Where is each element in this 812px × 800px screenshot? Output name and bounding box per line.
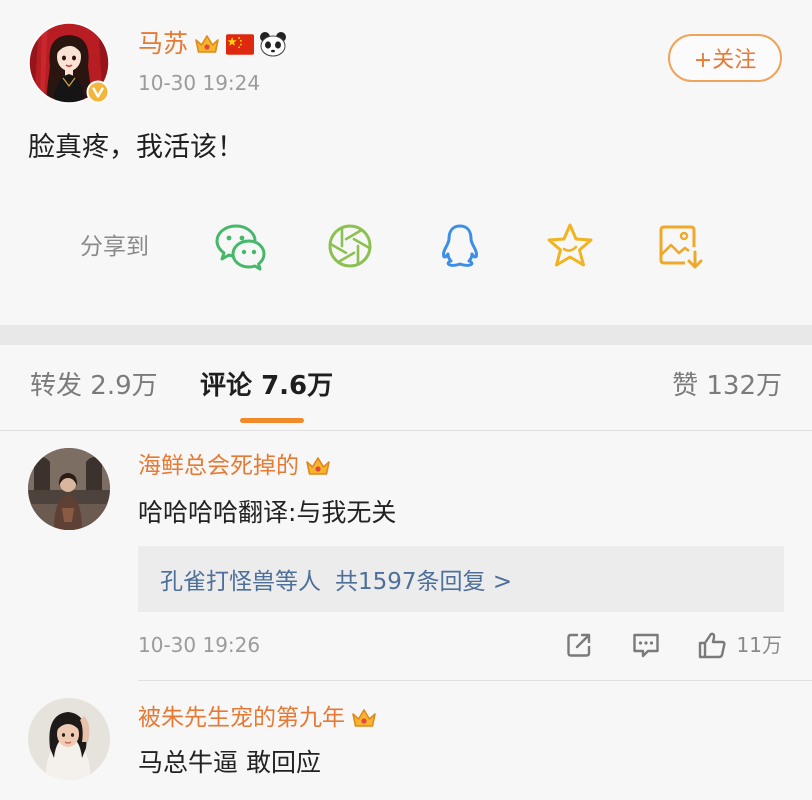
comment-icon[interactable] bbox=[631, 630, 661, 660]
section-separator bbox=[0, 325, 812, 345]
tab-comments-label: 评论 bbox=[200, 371, 253, 401]
tab-repost[interactable]: 转发 2.9万 bbox=[30, 368, 158, 404]
tab-repost-label: 转发 bbox=[30, 371, 83, 401]
china-flag-icon[interactable] bbox=[226, 33, 255, 55]
qq-icon[interactable] bbox=[434, 220, 486, 272]
replies-summary[interactable]: 孔雀打怪兽等人 共1597条回复 > bbox=[138, 546, 784, 612]
tab-comments[interactable]: 评论 7.6万 bbox=[200, 368, 333, 404]
comment-divider bbox=[138, 680, 812, 681]
tab-repost-count: 2.9万 bbox=[90, 371, 158, 401]
post-text: 脸真疼，我活该！ bbox=[28, 132, 244, 163]
crown-icon[interactable] bbox=[304, 454, 332, 478]
save-image-icon[interactable] bbox=[654, 220, 706, 272]
follow-button[interactable]: +关注 bbox=[668, 34, 782, 82]
wechat-icon[interactable] bbox=[214, 220, 266, 272]
comment-text: 哈哈哈哈翻译:与我无关 bbox=[138, 498, 397, 527]
panda-icon[interactable] bbox=[259, 31, 287, 57]
tab-comments-count: 7.6万 bbox=[261, 371, 334, 401]
active-tab-indicator bbox=[240, 418, 304, 423]
comment-time: 10-30 19:26 bbox=[138, 633, 261, 657]
author-name[interactable]: 马苏 bbox=[138, 28, 188, 60]
comment-author-row: 海鲜总会死掉的 bbox=[138, 450, 332, 482]
comment-text: 马总牛逼 敢回应 bbox=[138, 748, 321, 777]
favorite-star-icon[interactable] bbox=[544, 220, 596, 272]
repost-icon[interactable] bbox=[564, 630, 594, 660]
author-name-row: 马苏 bbox=[138, 28, 287, 60]
comment-avatar[interactable] bbox=[28, 448, 110, 530]
post-time: 10-30 19:24 bbox=[138, 71, 261, 95]
crown-icon[interactable] bbox=[350, 706, 378, 730]
comment-author-name[interactable]: 被朱先生宠的第九年 bbox=[138, 702, 345, 734]
comment-author-row: 被朱先生宠的第九年 bbox=[138, 702, 378, 734]
moments-icon[interactable] bbox=[324, 220, 376, 272]
like-icon[interactable] bbox=[697, 630, 727, 660]
crown-icon[interactable] bbox=[193, 32, 221, 56]
tab-likes-count: 132万 bbox=[706, 371, 782, 401]
share-label: 分享到 bbox=[80, 234, 149, 260]
tab-likes[interactable]: 赞 132万 bbox=[672, 368, 782, 404]
replies-total: 共1597条回复 > bbox=[335, 569, 513, 595]
tab-likes-label: 赞 bbox=[672, 371, 699, 401]
comment-author-name[interactable]: 海鲜总会死掉的 bbox=[138, 450, 299, 482]
tabs-divider bbox=[0, 430, 812, 431]
verified-v-icon bbox=[86, 80, 110, 104]
comment-avatar[interactable] bbox=[28, 698, 110, 780]
like-count: 11万 bbox=[736, 633, 782, 657]
replies-who: 孔雀打怪兽等人 bbox=[160, 569, 321, 595]
